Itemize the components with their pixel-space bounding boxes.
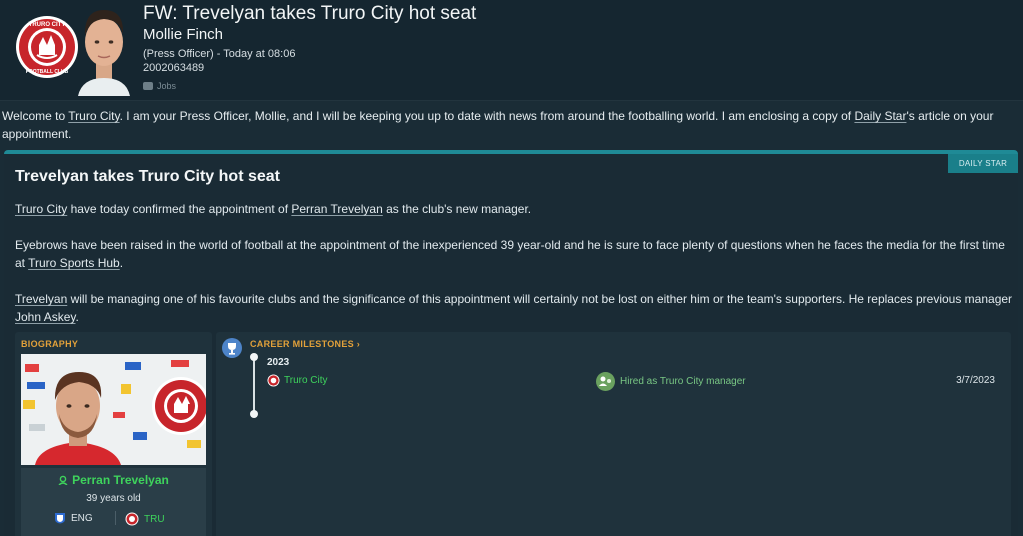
manager-age: 39 years old — [86, 493, 141, 504]
news-article: DAILY STAR Trevelyan takes Truro City ho… — [4, 150, 1018, 536]
article-text: have today confirmed the appointment of — [67, 202, 292, 216]
previous-manager-link[interactable]: John Askey — [15, 310, 75, 324]
sender-name[interactable]: Mollie Finch — [143, 26, 223, 43]
tag-label: Jobs — [157, 81, 177, 91]
divider — [115, 511, 116, 525]
svg-text:TRURO CITY: TRURO CITY — [29, 22, 66, 28]
milestone-event-text: Hired as Truro City manager — [620, 376, 746, 387]
source-tab[interactable]: DAILY STAR — [948, 154, 1018, 173]
manager-link[interactable]: Trevelyan — [15, 292, 67, 306]
article-text: Eyebrows have been raised in the world o… — [15, 238, 1005, 270]
article-headline: Trevelyan takes Truro City hot seat — [15, 168, 280, 185]
email-subject: FW: Trevelyan takes Truro City hot seat — [143, 3, 477, 24]
career-milestones-panel: CAREER MILESTONES › 2023 Truro City Hire… — [216, 332, 1011, 536]
manager-club[interactable]: TRU — [125, 512, 165, 526]
truro-city-badge-icon[interactable]: TRURO CITY FOOTBALL CLUB — [15, 15, 79, 79]
club-link[interactable]: Truro City — [68, 109, 119, 123]
career-milestones-link[interactable]: CAREER MILESTONES › — [250, 339, 360, 349]
email-body-intro: Welcome to Truro City. I am your Press O… — [2, 107, 1023, 143]
article-text: will be managing one of his favourite cl… — [67, 292, 1013, 306]
manager-role-icon — [58, 475, 68, 486]
club-code: TRU — [144, 513, 165, 525]
milestone-club-name: Truro City — [284, 375, 328, 386]
chevron-right-icon: › — [356, 339, 361, 349]
england-flag-icon — [55, 513, 65, 524]
biography-title: BIOGRAPHY — [21, 339, 79, 349]
manager-portrait-image — [21, 354, 206, 465]
stadium-link[interactable]: Truro Sports Hub — [28, 256, 120, 270]
intro-text: Welcome to — [2, 109, 69, 123]
milestone-date: 3/7/2023 — [956, 375, 995, 386]
manager-card: Perran Trevelyan 39 years old ENG TRU — [21, 468, 206, 536]
milestone-year: 2023 — [267, 357, 290, 368]
trophy-icon — [222, 338, 242, 358]
biography-panel: BIOGRAPHY Perran Trevelyan 39 years old … — [15, 332, 212, 536]
timeline-line — [253, 356, 255, 413]
manager-name[interactable]: Perran Trevelyan — [21, 473, 206, 487]
svg-text:FOOTBALL CLUB: FOOTBALL CLUB — [26, 69, 69, 75]
timeline-dot — [250, 410, 258, 418]
tag-icon — [143, 82, 153, 90]
hired-icon — [596, 372, 615, 391]
truro-city-badge-icon — [125, 512, 139, 526]
sender-role-time: (Press Officer) - Today at 08:06 — [143, 48, 296, 60]
nationality-code: ENG — [71, 512, 93, 524]
manager-photo[interactable] — [21, 354, 206, 465]
email-tag[interactable]: Jobs — [143, 81, 176, 91]
article-paragraph: Eyebrows have been raised in the world o… — [15, 236, 1015, 272]
career-title-text: CAREER MILESTONES — [250, 339, 354, 349]
article-text: . — [75, 310, 79, 324]
article-text: . — [119, 256, 124, 270]
timeline-dot — [250, 353, 258, 361]
manager-name-text: Perran Trevelyan — [72, 473, 169, 487]
article-paragraph: Truro City have today confirmed the appo… — [15, 200, 1015, 218]
truro-city-badge-icon — [267, 374, 280, 387]
milestone-club[interactable]: Truro City — [267, 374, 328, 387]
newspaper-link[interactable]: Daily Star — [854, 109, 906, 123]
intro-text: . I am your Press Officer, Mollie, and I… — [119, 109, 855, 123]
sender-avatar[interactable] — [74, 4, 134, 96]
email-header: TRURO CITY FOOTBALL CLUB FW: Trevelyan t… — [0, 0, 1023, 101]
milestone-event: Hired as Truro City manager — [596, 372, 746, 391]
manager-nationality[interactable]: ENG — [54, 512, 93, 524]
article-text: as the club's new manager. — [382, 202, 532, 216]
sender-id: 2002063489 — [143, 62, 205, 74]
article-paragraph: Trevelyan will be managing one of his fa… — [15, 290, 1015, 326]
club-link[interactable]: Truro City — [15, 202, 67, 216]
manager-link[interactable]: Perran Trevelyan — [291, 202, 382, 216]
